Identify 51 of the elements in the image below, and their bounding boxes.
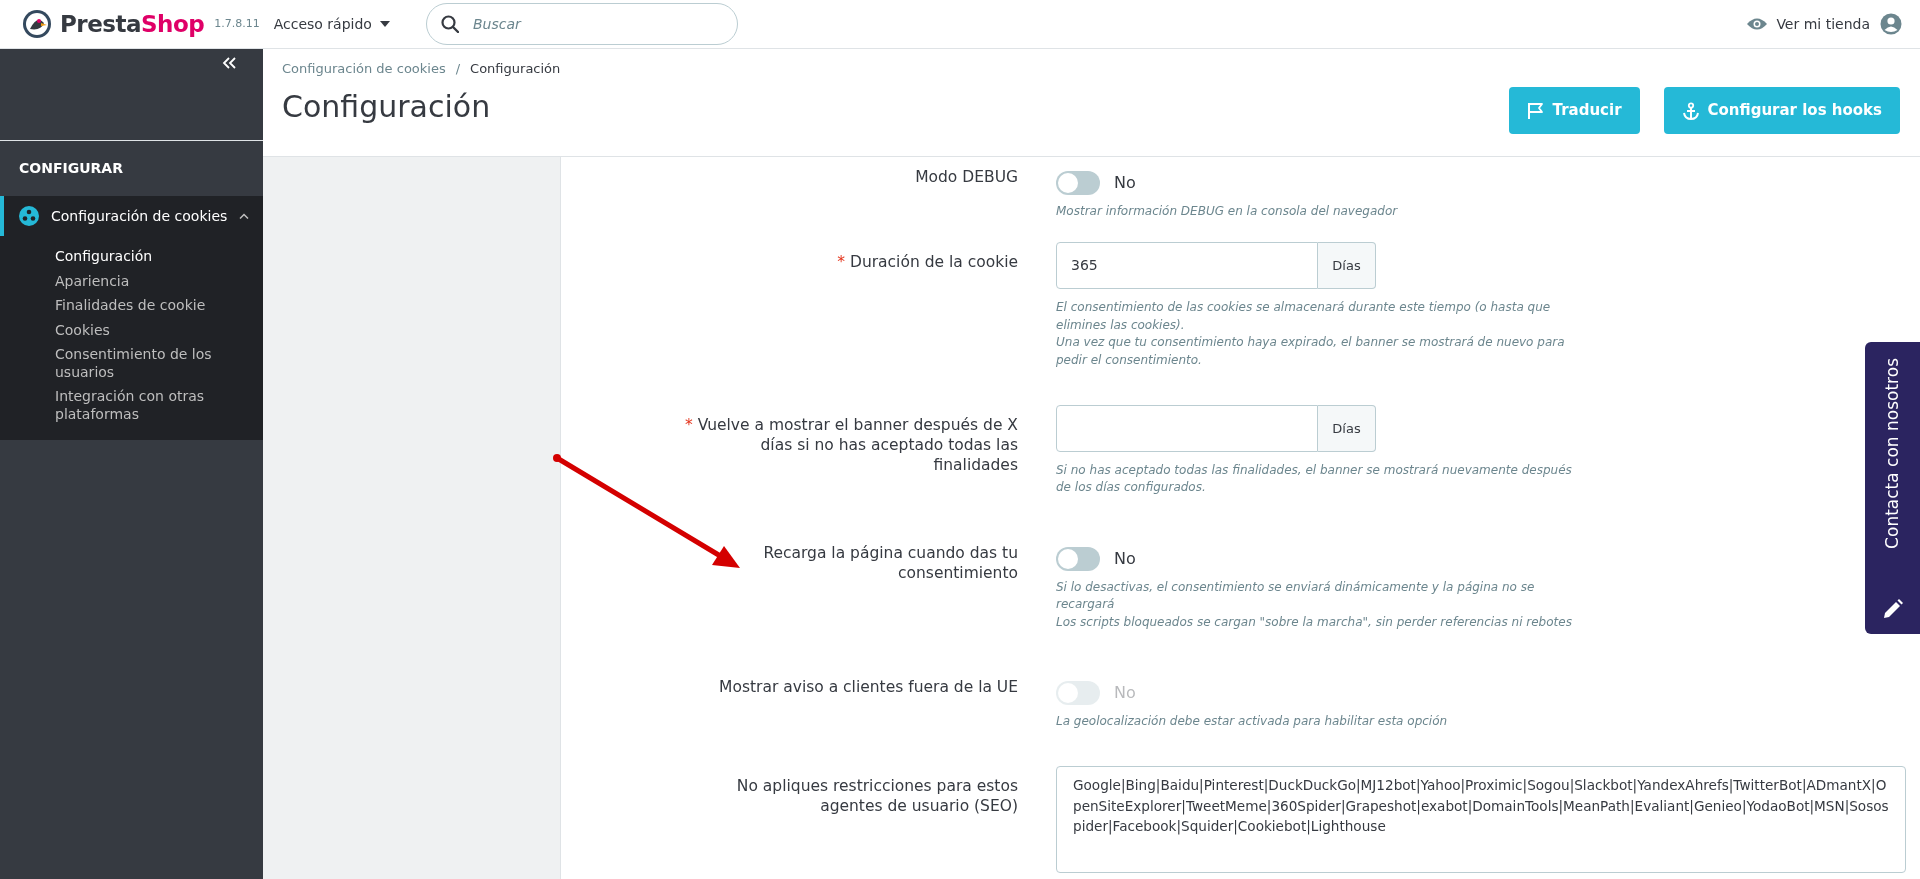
help-text: La geolocalización debe estar activada para habilitar esta opción [1056,712,1449,730]
field-label: No apliques restricciones para estos agentes de usuario (SEO) [735,776,1018,818]
toggle-switch[interactable] [1056,546,1100,571]
anchor-icon [1681,101,1700,120]
breadcrumb-link[interactable]: Configuración de cookies [282,59,446,79]
submenu-item[interactable]: Finalidades de cookie [0,293,263,318]
version-text: 1.7.8.11 [214,15,260,32]
field-label: * Duración de la cookie [837,252,1018,274]
sidebar-item[interactable]: Configuración de cookies [0,196,263,236]
toggle-switch[interactable] [1056,171,1100,195]
field-label: * Vuelve a mostrar el banner después de X días si no has aceptado todas las finalidades [683,414,1018,477]
double-chevron-left-icon [222,57,236,69]
logo-text: PrestaShop [60,9,205,39]
unit-addon: Días [1318,242,1376,290]
caret-icon [379,21,390,27]
submenu-item[interactable]: Integración con otras plataformas [0,384,263,426]
help-text: Una vez que tu consentimiento haya expirado, el banner se mostrará de nuevo para pedir el consentimiento. [1056,334,1566,369]
user-icon[interactable] [1880,13,1902,35]
search-input[interactable]: Buscar [470,12,701,36]
flag-icon [1526,101,1545,120]
dots-circle-icon [19,206,39,226]
contact-tab[interactable]: Contacta con nosotros [1865,342,1920,634]
toggle-state-text: No [1114,681,1136,704]
submenu-item[interactable]: Configuración [0,244,263,269]
text-area[interactable]: Google|Bing|Baidu|Pinterest|DuckDuckGo|MJ12bot|Yahoo|Proximic|Sogou|Slackbot|YandexAhrefs|TwitterBot|ADmantX|OpenSiteExplorer|TweetMeme|360Spider|Grapeshot|exabot|DomainTools|MeanPath|Evaliant|Genieo|YodaoBot|MSN|Sosospider|Facebook|Squider|Cookiebot|Lighthouse [1056,766,1906,874]
field-label: Recarga la página cuando das tu consentimiento [762,542,1018,584]
pencil-icon [1881,598,1904,620]
help-text: Si lo desactivas, el consentimiento se enviará dinámicamente y la página no se recargará [1056,578,1536,614]
toggle-state-text: No [1114,547,1136,570]
page-title: Configuración [282,88,492,125]
quick-access-dropdown[interactable]: Acceso rápido [273,13,390,35]
help-text: Si no has aceptado todas las finalidades, el banner se mostrará nuevamente después de los días configurados. [1056,461,1573,497]
eye-icon [1746,17,1769,31]
chevron-up-icon [239,213,250,219]
field-label: Modo DEBUG [915,167,1018,188]
submenu-item[interactable]: Consentimiento de los usuarios [0,342,263,384]
breadcrumb-separator: / [455,60,461,78]
field-label: Mostrar aviso a clientes fuera de la UE [719,676,1018,698]
help-text: Mostrar información DEBUG en la consola del navegador [1056,203,1399,220]
submenu-item[interactable]: Apariencia [0,268,263,293]
breadcrumb-current: Configuración [470,60,561,78]
search-icon [440,15,459,33]
unit-addon: Días [1318,404,1376,452]
submenu-item[interactable]: Cookies [0,317,263,342]
toggle-state-text: No [1114,172,1136,194]
help-text: Los scripts bloqueados se cargan "sobre la marcha", sin perder referencias ni rebotes [1056,613,1573,631]
help-text: El consentimiento de las cookies se almacenará durante este tiempo (o hasta que elimines las cookies). [1056,299,1552,334]
number-input[interactable] [1056,404,1318,452]
logo-icon [22,9,52,39]
number-input[interactable]: 365 [1056,242,1318,290]
view-store-link[interactable]: Ver mi tienda [1746,13,1870,35]
